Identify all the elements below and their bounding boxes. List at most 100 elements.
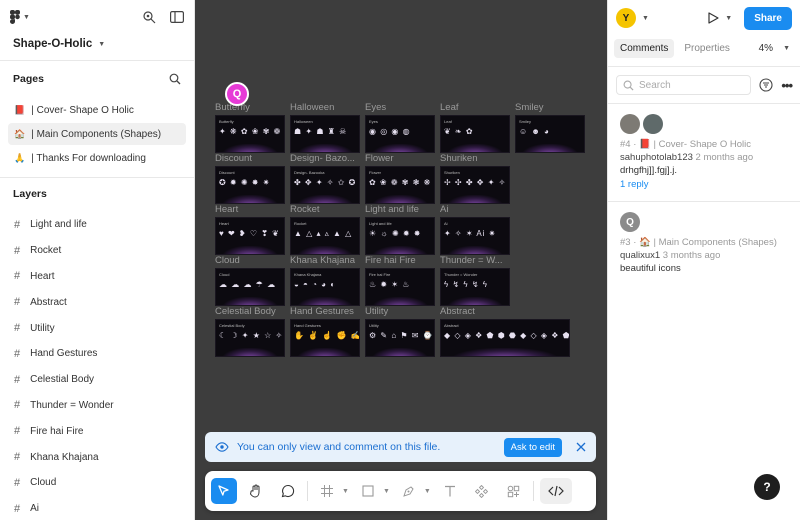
layer-item[interactable]: # Abstract [0,289,194,315]
frame-label[interactable]: Light and life [365,204,419,215]
frame-label[interactable]: Halloween [290,102,334,113]
frame-label[interactable]: Design- Bazo... [290,153,355,164]
frame-label[interactable]: Thunder = W... [440,255,503,266]
frame-label[interactable]: Smiley [515,102,544,113]
component-frame[interactable]: Smiley ☺ ☻ ◕ [515,115,585,153]
frame-tool-button[interactable] [314,478,340,504]
page-item-thanks[interactable]: 🙏 | Thanks For downloading [8,147,186,169]
layer-item[interactable]: # Rocket [0,238,194,264]
frame-label[interactable]: Eyes [365,102,386,113]
hand-tool-button[interactable] [243,478,269,504]
help-button[interactable]: ? [754,474,780,500]
main-menu-button[interactable]: ▼ [10,10,30,24]
left-sidebar: ▼ Shape-O-Holic ▼ Pages 📕 | Cover- Shape… [0,0,195,520]
search-icon[interactable] [169,73,181,85]
dev-mode-toggle[interactable] [539,478,572,504]
component-frame[interactable]: Flower ✿ ❀ ❁ ✾ ❃ ❋ [365,166,435,204]
more-options-icon[interactable]: ••• [781,78,793,93]
layer-item[interactable]: # Heart [0,264,194,290]
pen-tool-button[interactable] [396,478,422,504]
component-frame[interactable]: Rocket ▲ △ ▴ ▵ ▲ △ [290,217,360,255]
frame-label[interactable]: Utility [365,306,388,317]
layer-item[interactable]: # Ai [0,496,194,520]
frame-label[interactable]: Ai [440,204,448,215]
frame-label[interactable]: Cloud [215,255,240,266]
tab-properties[interactable]: Properties [678,39,736,58]
component-frame[interactable]: Celestial Body ☾ ☽ ✦ ★ ☆ ✧ [215,319,285,357]
component-frame[interactable]: Heart ♥ ❤ ❥ ♡ ❣ ❦ [215,217,285,255]
layer-item[interactable]: # Utility [0,315,194,341]
component-frame[interactable]: Eyes ◉ ◎ ◉ ◍ [365,115,435,153]
comment-thread[interactable]: Q #3 · 🏠 | Main Components (Shapes) qual… [608,202,800,283]
comment-thread[interactable]: #4 · 📕 | Cover- Shape O Holic sahuphotol… [608,104,800,201]
component-frame[interactable]: Leaf ❦ ❧ ✿ [440,115,510,153]
frame-label[interactable]: Rocket [290,204,320,215]
component-frame[interactable]: Light and life ☀ ☼ ✺ ✹ ✸ [365,217,435,255]
ask-to-edit-button[interactable]: Ask to edit [503,437,562,457]
zoom-level[interactable]: 4% [759,43,773,54]
component-frame[interactable]: Utility ⚙ ✎ ⌂ ⚑ ✉ ⌚ ☎ ⚐ [365,319,435,357]
frame-label[interactable]: Heart [215,204,238,215]
component-frame[interactable]: Halloween ☗ ✦ ☗ ♜ ☠ [290,115,360,153]
layer-item[interactable]: # Light and life [0,212,194,238]
component-frame[interactable]: Khana Khajana ◒ ◓ ◔ ◕ ◐ [290,268,360,306]
components-tool-button[interactable] [469,478,495,504]
page-item-main-components[interactable]: 🏠 | Main Components (Shapes) [8,123,186,145]
filter-icon[interactable] [759,78,773,92]
reply-count-link[interactable]: 1 reply [620,177,788,193]
component-frame[interactable]: Ai ✦ ✧ ✶ Ai ✷ [440,217,510,255]
layer-item[interactable]: # Hand Gestures [0,341,194,367]
chevron-down-icon[interactable]: ▼ [424,488,431,495]
layer-item[interactable]: # Celestial Body [0,367,194,393]
pray-icon: 🙏 [14,152,26,163]
share-button[interactable]: Share [744,6,792,30]
move-tool-button[interactable] [211,478,237,504]
layer-item[interactable]: # Thunder = Wonder [0,393,194,419]
user-avatar[interactable]: Y [616,8,636,28]
layer-item[interactable]: # Fire hai Fire [0,418,194,444]
chevron-down-icon[interactable]: ▼ [642,15,649,22]
layer-item[interactable]: # Cloud [0,470,194,496]
frame-label[interactable]: Khana Khajana [290,255,355,266]
comment-tool-button[interactable] [275,478,301,504]
frame-label[interactable]: Abstract [440,306,475,317]
frame-label[interactable]: Leaf [440,102,459,113]
component-frame[interactable]: Hand Gestures ✋ ✌ ☝ ✊ ✍ [290,319,360,357]
component-frame[interactable]: Fire hai Fire ♨ ✹ ✶ ♨ [365,268,435,306]
tab-comments[interactable]: Comments [614,38,675,58]
chevron-down-icon[interactable]: ▼ [342,488,349,495]
page-item-cover[interactable]: 📕 | Cover- Shape O Holic [8,99,186,121]
rectangle-icon [362,485,374,497]
layer-item-label: Celestial Body [30,374,95,386]
frame-label[interactable]: Shuriken [440,153,478,164]
component-frame[interactable]: Design- Bazooka ✤ ✥ ✦ ✧ ✩ ✪ ✫ ✬ ✭ ✮ [290,166,360,204]
component-frame[interactable]: Shuriken ✢ ✣ ✤ ✥ ✦ ✧ ✩ [440,166,510,204]
component-frame[interactable]: Thunder = Wonder ϟ ↯ ϟ ↯ ϟ [440,268,510,306]
component-frame[interactable]: Abstract ◆ ◇ ◈ ❖ ⬟ ⬢ ⬣ ◆ ◇ ◈ ❖ ⬟ [440,319,570,357]
frame-label[interactable]: Hand Gestures [290,306,354,317]
frame-label[interactable]: Flower [365,153,394,164]
chevron-down-icon[interactable]: ▼ [783,45,790,52]
comment-search-input[interactable]: Search [616,75,752,95]
layer-item[interactable]: # Khana Khajana [0,444,194,470]
frame-inner-title: Shuriken [444,170,460,175]
dev-mode-icon[interactable] [142,10,156,24]
frame-label[interactable]: Fire hai Fire [365,255,416,266]
comment-icon [281,484,295,498]
shape-tool-button[interactable] [355,478,381,504]
component-frame[interactable]: Cloud ☁ ☁ ☁ ☂ ☁ [215,268,285,306]
actions-tool-button[interactable] [501,478,527,504]
toggle-sidebar-icon[interactable] [170,11,184,23]
frame-label[interactable]: Celestial Body [215,306,276,317]
right-tabs: Comments Properties 4% ▼ [608,36,800,60]
component-frame[interactable]: Discount ✪ ✹ ✺ ✸ ✷ [215,166,285,204]
frame-label[interactable]: Discount [215,153,252,164]
present-play-icon[interactable] [708,12,719,24]
collaborator-avatar[interactable]: Q [225,82,249,106]
chevron-down-icon[interactable]: ▼ [383,488,390,495]
close-icon[interactable] [576,442,586,452]
component-frame[interactable]: Butterfly ✦ ❋ ✿ ❀ ✾ ❁ [215,115,285,153]
text-tool-button[interactable] [437,478,463,504]
chevron-down-icon[interactable]: ▼ [725,15,732,22]
file-name-button[interactable]: Shape-O-Holic ▼ [0,34,194,60]
